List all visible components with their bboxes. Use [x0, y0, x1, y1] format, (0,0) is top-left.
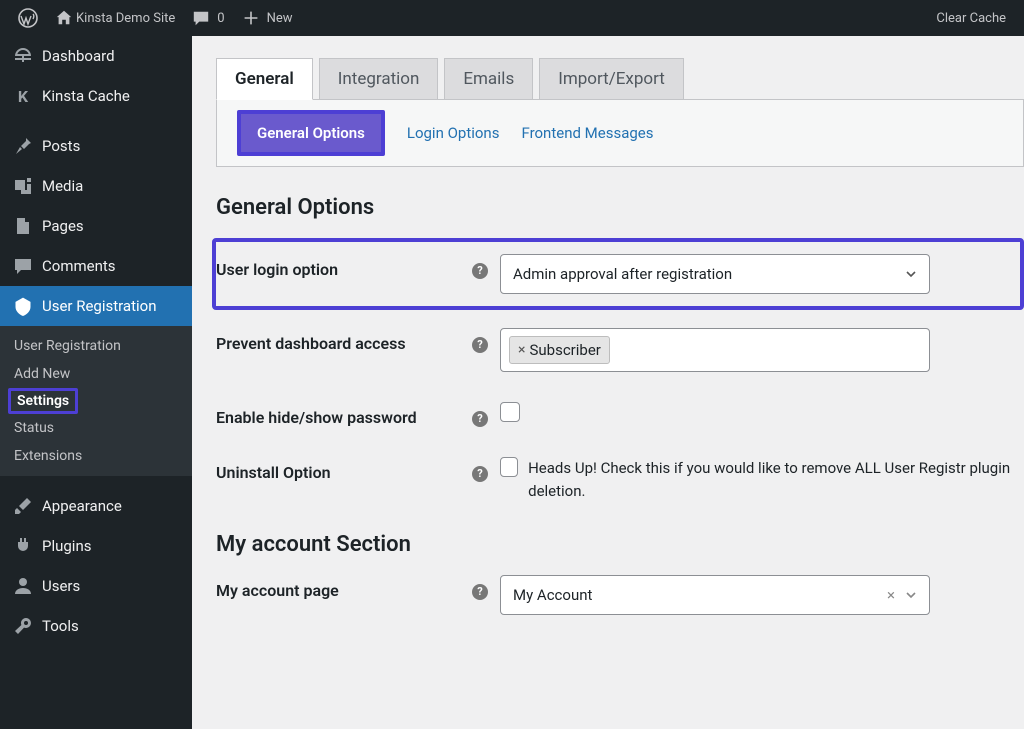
wp-logo[interactable]	[10, 0, 46, 36]
subtab-general-options[interactable]: General Options	[237, 110, 385, 156]
clear-cache-label: Clear Cache	[936, 11, 1006, 26]
submenu-item-settings-highlight: Settings	[8, 388, 78, 414]
my-account-page-select[interactable]: My Account ×	[500, 575, 930, 615]
submenu-item-add-new[interactable]: Add New	[0, 360, 192, 388]
pin-icon	[12, 135, 34, 157]
sidebar-item-label: Comments	[42, 257, 116, 275]
user-registration-icon	[12, 295, 34, 317]
tab-integration[interactable]: Integration	[319, 58, 439, 99]
site-link[interactable]: Kinsta Demo Site	[46, 0, 183, 36]
page-icon	[12, 215, 34, 237]
chevron-down-icon	[905, 589, 917, 601]
secondary-tabs: General Options Login Options Frontend M…	[216, 100, 1024, 167]
sidebar-item-users[interactable]: Users	[0, 566, 192, 606]
submenu-item-settings[interactable]: Settings	[17, 393, 69, 409]
uninstall-option-label: Uninstall Option	[216, 457, 472, 482]
tab-emails[interactable]: Emails	[444, 58, 533, 99]
submenu-item-user-registration[interactable]: User Registration	[0, 332, 192, 360]
chevron-down-icon	[905, 268, 917, 280]
sidebar-item-label: Plugins	[42, 537, 91, 555]
submenu-item-status[interactable]: Status	[0, 414, 192, 442]
submenu-item-extensions[interactable]: Extensions	[0, 442, 192, 470]
user-login-option-select[interactable]: Admin approval after registration	[500, 254, 930, 294]
wp-admin-bar: Kinsta Demo Site 0 New Clear Cache	[0, 0, 1024, 36]
role-tag-label: Subscriber	[529, 341, 600, 359]
sidebar-item-media[interactable]: Media	[0, 166, 192, 206]
tab-import-export[interactable]: Import/Export	[539, 58, 684, 99]
user-icon	[12, 575, 34, 597]
general-options-heading: General Options	[216, 195, 1024, 220]
uninstall-checkbox[interactable]	[500, 457, 518, 477]
user-login-option-value: Admin approval after registration	[513, 265, 732, 283]
wrench-icon	[12, 615, 34, 637]
help-icon[interactable]: ?	[472, 263, 488, 279]
comment-count: 0	[217, 11, 224, 26]
sidebar-item-pages[interactable]: Pages	[0, 206, 192, 246]
sidebar-item-kinsta-cache[interactable]: K Kinsta Cache	[0, 76, 192, 116]
my-account-page-label: My account page	[216, 575, 472, 600]
sidebar-item-label: Media	[42, 177, 83, 195]
sidebar-item-comments[interactable]: Comments	[0, 246, 192, 286]
help-icon[interactable]: ?	[472, 466, 488, 482]
sidebar-item-plugins[interactable]: Plugins	[0, 526, 192, 566]
kinsta-icon: K	[12, 85, 34, 107]
site-name-label: Kinsta Demo Site	[76, 11, 175, 26]
help-icon[interactable]: ?	[472, 337, 488, 353]
sidebar-item-label: Pages	[42, 217, 84, 235]
my-account-section-heading: My account Section	[216, 532, 1024, 557]
sidebar-item-tools[interactable]: Tools	[0, 606, 192, 646]
clear-cache-link[interactable]: Clear Cache	[928, 0, 1014, 36]
sidebar-item-label: Tools	[42, 617, 79, 635]
hide-show-password-label: Enable hide/show password	[216, 402, 472, 427]
new-content-link[interactable]: New	[233, 0, 301, 36]
hide-show-password-checkbox[interactable]	[500, 402, 520, 422]
comment-icon	[12, 255, 34, 277]
sidebar-item-label: Posts	[42, 137, 80, 155]
sidebar-item-appearance[interactable]: Appearance	[0, 486, 192, 526]
sidebar-item-label: Users	[42, 577, 80, 595]
admin-sidebar: Dashboard K Kinsta Cache Posts Media Pag…	[0, 36, 192, 729]
plus-icon	[241, 8, 261, 28]
my-account-page-value: My Account	[513, 586, 592, 604]
wordpress-icon	[18, 8, 38, 28]
prevent-dashboard-label: Prevent dashboard access	[216, 328, 472, 353]
user-login-option-highlight: User login option ? Admin approval after…	[212, 238, 1024, 310]
comment-icon	[191, 8, 211, 28]
close-icon[interactable]: ×	[518, 342, 525, 358]
subtab-login-options[interactable]: Login Options	[407, 124, 500, 142]
brush-icon	[12, 495, 34, 517]
home-icon	[54, 8, 74, 28]
plug-icon	[12, 535, 34, 557]
clear-icon[interactable]: ×	[887, 586, 895, 604]
uninstall-note: Heads Up! Check this if you would like t…	[528, 457, 1014, 502]
comments-link[interactable]: 0	[183, 0, 232, 36]
sidebar-item-dashboard[interactable]: Dashboard	[0, 36, 192, 76]
settings-content: General Integration Emails Import/Export…	[192, 36, 1024, 729]
sidebar-item-label: User Registration	[42, 297, 157, 315]
sidebar-item-posts[interactable]: Posts	[0, 126, 192, 166]
sidebar-item-label: Dashboard	[42, 47, 115, 65]
role-tag-subscriber[interactable]: × Subscriber	[509, 336, 610, 364]
dashboard-icon	[12, 45, 34, 67]
sidebar-item-label: Kinsta Cache	[42, 87, 130, 105]
primary-tabs: General Integration Emails Import/Export	[216, 58, 1024, 100]
help-icon[interactable]: ?	[472, 411, 488, 427]
sidebar-item-user-registration[interactable]: User Registration	[0, 286, 192, 326]
sidebar-item-label: Appearance	[42, 497, 122, 515]
help-icon[interactable]: ?	[472, 584, 488, 600]
sidebar-submenu-user-registration: User Registration Add New Settings Statu…	[0, 326, 192, 476]
subtab-frontend-messages[interactable]: Frontend Messages	[521, 124, 653, 142]
user-login-option-label: User login option	[216, 254, 472, 279]
prevent-dashboard-input[interactable]: × Subscriber	[500, 328, 930, 372]
media-icon	[12, 175, 34, 197]
new-label: New	[267, 11, 293, 26]
tab-general[interactable]: General	[216, 58, 313, 100]
